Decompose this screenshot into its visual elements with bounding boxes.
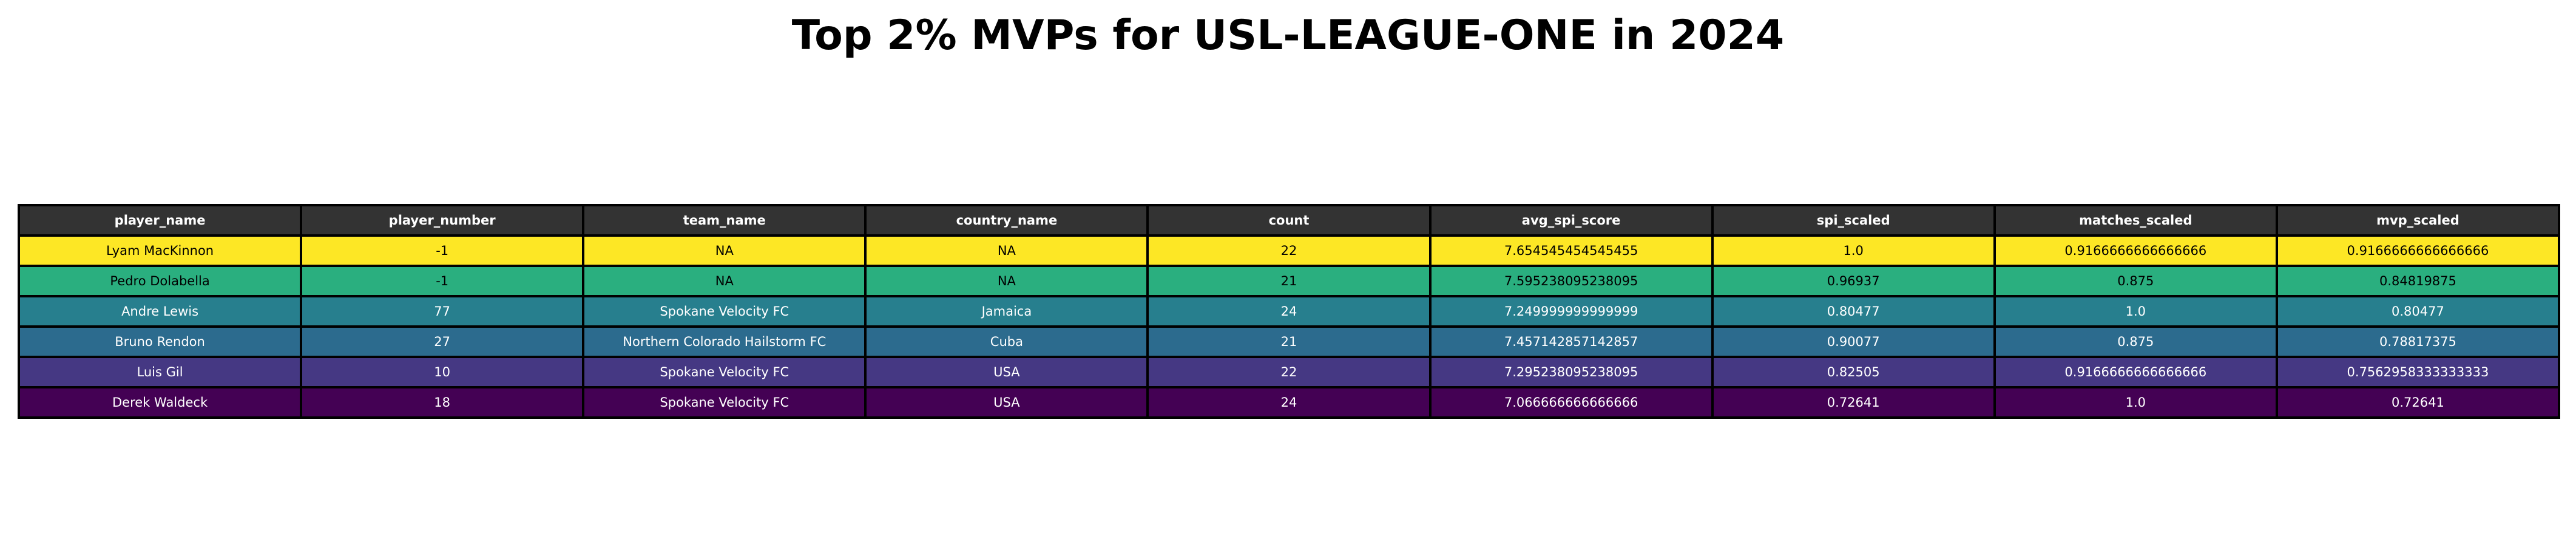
table-row: Bruno Rendon 27 Northern Colorado Hailstor… xyxy=(17,325,2561,358)
table-cell-matches-scaled: 1.0 xyxy=(1993,386,2278,419)
chart-title: Top 2% MVPs for USL-LEAGUE-ONE in 2024 xyxy=(791,12,1785,59)
column-header-count: count xyxy=(1146,204,1432,237)
table-cell-country-name: USA xyxy=(864,386,1149,419)
mvp-table: player_name player_number team_name country… xyxy=(17,204,2561,419)
table-row: Derek Waldeck 18 Spokane Velocity FC USA 24 7… xyxy=(17,386,2561,419)
table-cell-mvp-scaled: 0.7562958333333333 xyxy=(2275,356,2561,388)
table-cell-team-name: Spokane Velocity FC xyxy=(582,295,867,328)
table-cell-player-name: Pedro Dolabella xyxy=(17,265,303,297)
table-cell-count: 22 xyxy=(1146,356,1432,388)
table-cell-spi-scaled: 0.82505 xyxy=(1711,356,1996,388)
column-header-team-name: team_name xyxy=(582,204,867,237)
table-cell-count: 24 xyxy=(1146,295,1432,328)
table-cell-player-name: Bruno Rendon xyxy=(17,325,303,358)
table-cell-player-number: 18 xyxy=(300,386,585,419)
table-cell-player-number: -1 xyxy=(300,265,585,297)
table-cell-team-name: Northern Colorado Hailstorm FC xyxy=(582,325,867,358)
table-cell-spi-scaled: 0.90077 xyxy=(1711,325,1996,358)
table-cell-avg-spi-score: 7.654545454545455 xyxy=(1428,234,1714,267)
table-cell-country-name: NA xyxy=(864,234,1149,267)
table-cell-country-name: NA xyxy=(864,265,1149,297)
table-cell-team-name: Spokane Velocity FC xyxy=(582,356,867,388)
table-header-row: player_name player_number team_name country… xyxy=(17,204,2561,237)
table-cell-country-name: Jamaica xyxy=(864,295,1149,328)
table-row: Andre Lewis 77 Spokane Velocity FC Jamaica 2… xyxy=(17,295,2561,328)
table-cell-player-number: -1 xyxy=(300,234,585,267)
table-row: Luis Gil 10 Spokane Velocity FC USA 22 7.2952… xyxy=(17,356,2561,388)
table-cell-matches-scaled: 1.0 xyxy=(1993,295,2278,328)
table-cell-team-name: NA xyxy=(582,234,867,267)
table-cell-avg-spi-score: 7.249999999999999 xyxy=(1428,295,1714,328)
table-cell-mvp-scaled: 0.80477 xyxy=(2275,295,2561,328)
column-header-spi-scaled: spi_scaled xyxy=(1711,204,1996,237)
table-cell-count: 21 xyxy=(1146,325,1432,358)
table-cell-count: 22 xyxy=(1146,234,1432,267)
table-cell-matches-scaled: 0.875 xyxy=(1993,265,2278,297)
table-cell-count: 21 xyxy=(1146,265,1432,297)
table-cell-player-number: 27 xyxy=(300,325,585,358)
table-cell-player-name: Luis Gil xyxy=(17,356,303,388)
column-header-mvp-scaled: mvp_scaled xyxy=(2275,204,2561,237)
table-cell-matches-scaled: 0.9166666666666666 xyxy=(1993,234,2278,267)
table-row: Pedro Dolabella -1 NA NA 21 7.595238095238095… xyxy=(17,265,2561,297)
table-cell-matches-scaled: 0.875 xyxy=(1993,325,2278,358)
table-cell-avg-spi-score: 7.457142857142857 xyxy=(1428,325,1714,358)
table-cell-avg-spi-score: 7.066666666666666 xyxy=(1428,386,1714,419)
column-header-player-number: player_number xyxy=(300,204,585,237)
column-header-country-name: country_name xyxy=(864,204,1149,237)
table-cell-count: 24 xyxy=(1146,386,1432,419)
table-cell-spi-scaled: 0.80477 xyxy=(1711,295,1996,328)
table-cell-spi-scaled: 0.72641 xyxy=(1711,386,1996,419)
column-header-player-name: player_name xyxy=(17,204,303,237)
table-cell-spi-scaled: 1.0 xyxy=(1711,234,1996,267)
table-cell-team-name: NA xyxy=(582,265,867,297)
table-cell-player-name: Andre Lewis xyxy=(17,295,303,328)
table-cell-mvp-scaled: 0.78817375 xyxy=(2275,325,2561,358)
column-header-avg-spi-score: avg_spi_score xyxy=(1428,204,1714,237)
table-cell-country-name: Cuba xyxy=(864,325,1149,358)
table-cell-country-name: USA xyxy=(864,356,1149,388)
table-cell-player-name: Derek Waldeck xyxy=(17,386,303,419)
table-cell-team-name: Spokane Velocity FC xyxy=(582,386,867,419)
table-row: Lyam MacKinnon -1 NA NA 22 7.654545454545455 1… xyxy=(17,234,2561,267)
table-cell-mvp-scaled: 0.84819875 xyxy=(2275,265,2561,297)
table-cell-mvp-scaled: 0.9166666666666666 xyxy=(2275,234,2561,267)
table-cell-player-number: 77 xyxy=(300,295,585,328)
table-cell-avg-spi-score: 7.595238095238095 xyxy=(1428,265,1714,297)
table-cell-player-name: Lyam MacKinnon xyxy=(17,234,303,267)
table-cell-avg-spi-score: 7.295238095238095 xyxy=(1428,356,1714,388)
table-body: Lyam MacKinnon -1 NA NA 22 7.654545454545455 1… xyxy=(17,234,2561,419)
table-cell-player-number: 10 xyxy=(300,356,585,388)
table-cell-spi-scaled: 0.96937 xyxy=(1711,265,1996,297)
column-header-matches-scaled: matches_scaled xyxy=(1993,204,2278,237)
table-cell-mvp-scaled: 0.72641 xyxy=(2275,386,2561,419)
table-cell-matches-scaled: 0.9166666666666666 xyxy=(1993,356,2278,388)
